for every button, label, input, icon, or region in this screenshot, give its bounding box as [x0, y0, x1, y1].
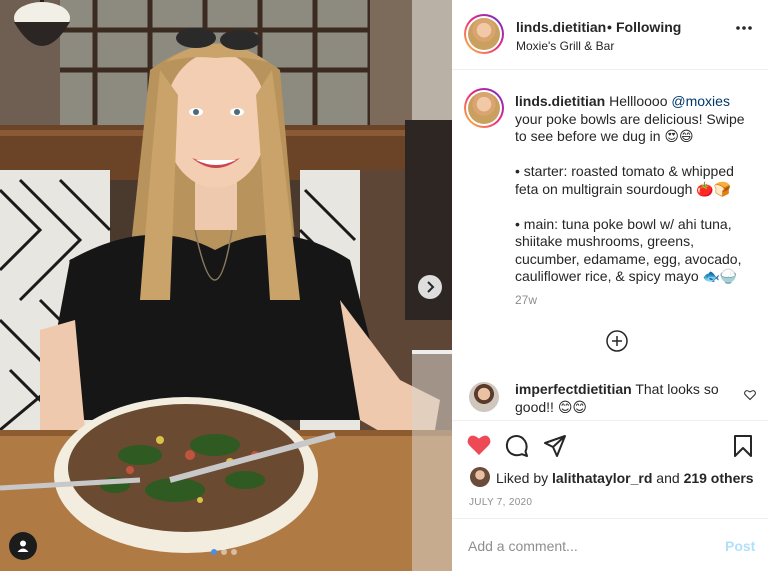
- liked-by-user[interactable]: lalithataylor_rd: [552, 470, 652, 486]
- caption-username[interactable]: linds.dietitian: [515, 93, 605, 109]
- post-date: JULY 7, 2020: [469, 497, 533, 508]
- post-comment-button[interactable]: Post: [725, 538, 755, 554]
- person-icon: [17, 540, 29, 552]
- liked-by-avatar[interactable]: [470, 467, 490, 487]
- caption-timestamp: 27w: [515, 293, 538, 307]
- liked-and: and: [652, 470, 684, 486]
- caption-avatar[interactable]: [464, 88, 504, 128]
- caption-mention[interactable]: @moxies: [671, 93, 730, 109]
- post-sidebar: linds.dietitian • Following Moxie's Gril…: [452, 0, 768, 571]
- comment-item: imperfectdietitian That looks so good!! …: [515, 381, 735, 416]
- liked-by-prefix: Liked by: [496, 470, 553, 486]
- post-caption: linds.dietitian Hellloooo @moxies your p…: [515, 93, 759, 303]
- post-actions: Liked by lalithataylor_rd and 219 others…: [452, 420, 768, 530]
- likes-count[interactable]: 219 others: [684, 470, 754, 486]
- bookmark-save-icon[interactable]: [733, 434, 753, 458]
- caption-text: your poke bowls are delicious! Swipe to …: [515, 110, 745, 145]
- caption-main: • main: tuna poke bowl w/ ahi tuna, shii…: [515, 215, 742, 285]
- next-slide-button[interactable]: [418, 275, 442, 299]
- comment-username[interactable]: imperfectdietitian: [515, 381, 632, 397]
- author-avatar[interactable]: [464, 14, 504, 54]
- carousel-dot: [211, 549, 217, 555]
- caption-text: Hellloooo: [609, 93, 672, 109]
- header-separator: •: [607, 19, 612, 35]
- chevron-right-icon: [427, 281, 435, 293]
- caption-starter: • starter: roasted tomato & whipped feta…: [515, 163, 734, 197]
- more-options-icon[interactable]: [736, 26, 752, 30]
- post-photo[interactable]: [0, 0, 452, 571]
- photo-scene: [0, 0, 452, 571]
- share-paper-plane-icon[interactable]: [543, 434, 567, 458]
- comment-like-icon[interactable]: [744, 389, 756, 401]
- likes-summary[interactable]: Liked by lalithataylor_rd and 219 others: [496, 470, 754, 486]
- follow-button[interactable]: Following: [616, 19, 681, 35]
- post-header: linds.dietitian • Following Moxie's Gril…: [452, 0, 768, 70]
- comment-bubble-icon[interactable]: [505, 434, 529, 458]
- add-comment-input[interactable]: [468, 536, 708, 556]
- like-heart-icon[interactable]: [467, 434, 491, 456]
- commenter-avatar[interactable]: [469, 382, 499, 412]
- author-username[interactable]: linds.dietitian: [516, 19, 606, 35]
- carousel-indicator: [211, 549, 237, 555]
- location-link[interactable]: Moxie's Grill & Bar: [516, 39, 614, 53]
- add-comment-bar: Post: [452, 518, 768, 571]
- load-more-comments-icon[interactable]: [606, 330, 628, 352]
- carousel-dot: [221, 549, 227, 555]
- tagged-users-button[interactable]: [9, 532, 37, 560]
- carousel-dot: [231, 549, 237, 555]
